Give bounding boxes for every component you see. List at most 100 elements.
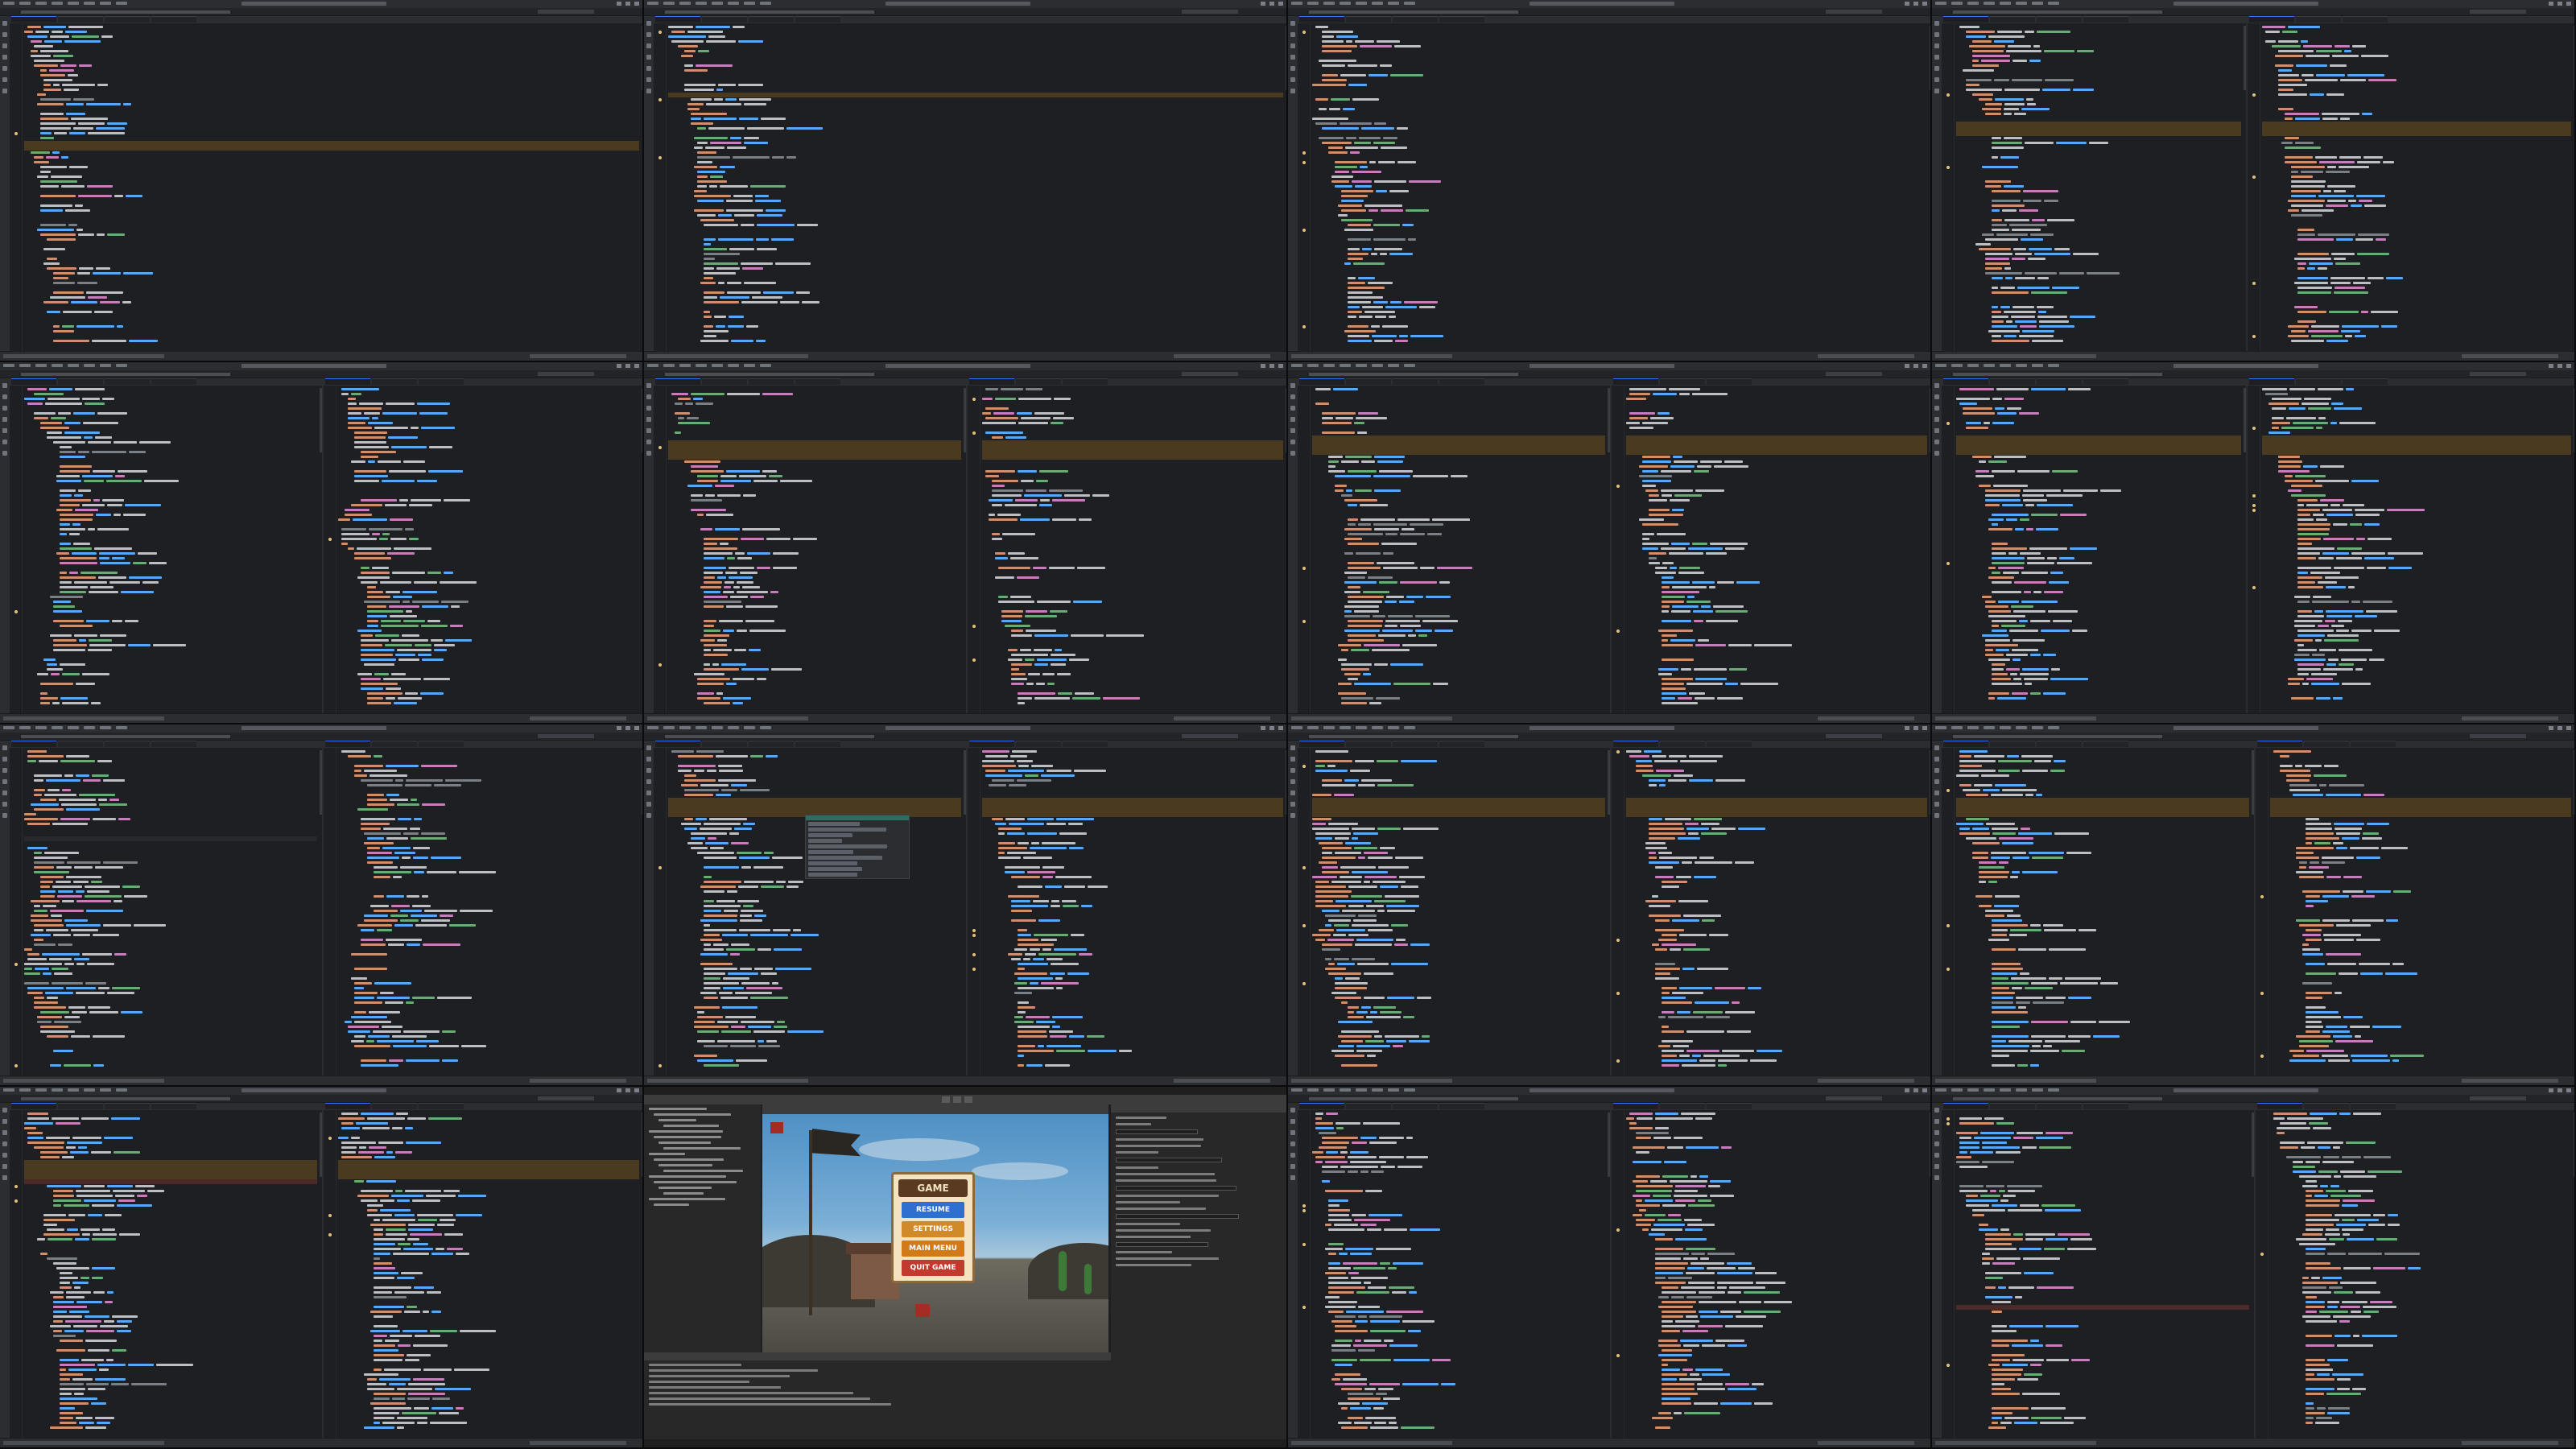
main-menu[interactable] — [3, 726, 127, 731]
settings-icon[interactable] — [2, 1175, 7, 1180]
debug-icon[interactable] — [2, 1164, 7, 1169]
editor-tab[interactable] — [1346, 16, 1391, 23]
structure-icon[interactable] — [1934, 1141, 1939, 1146]
editor-tab[interactable] — [1990, 16, 2035, 23]
search-icon[interactable] — [2, 394, 7, 399]
breakpoint-icon[interactable] — [972, 658, 976, 662]
close-icon[interactable] — [634, 2, 639, 6]
menu-item[interactable] — [116, 364, 127, 367]
breadcrumb[interactable] — [1309, 10, 1518, 14]
run-icon[interactable] — [2, 1153, 7, 1158]
editor-pane[interactable] — [1298, 741, 1610, 1075]
hierarchy-item[interactable] — [658, 1187, 712, 1189]
window-controls[interactable] — [2549, 726, 2571, 730]
menu-item[interactable] — [1935, 1088, 1946, 1092]
menu-item[interactable] — [1356, 364, 1367, 367]
breakpoint-icon[interactable] — [14, 132, 18, 135]
code-area[interactable] — [668, 388, 961, 712]
menu-item[interactable] — [3, 726, 14, 729]
run-configuration[interactable] — [1826, 10, 1882, 14]
editor-tabs[interactable] — [1942, 1103, 2254, 1110]
editor-tab[interactable] — [1660, 378, 1705, 385]
main-menu[interactable] — [647, 364, 771, 369]
close-icon[interactable] — [1278, 364, 1283, 368]
close-icon[interactable] — [634, 364, 639, 368]
main-menu[interactable] — [3, 364, 127, 369]
run-configuration[interactable] — [2470, 1096, 2526, 1100]
menu-item[interactable] — [84, 726, 95, 729]
run-configuration[interactable] — [1826, 372, 1882, 376]
breakpoint-icon[interactable] — [1946, 93, 1950, 97]
menu-item[interactable] — [68, 364, 79, 367]
editor-tab[interactable] — [105, 378, 150, 385]
breakpoint-icon[interactable] — [1616, 750, 1620, 753]
breakpoint-icon[interactable] — [1946, 562, 1950, 565]
quit-game-button[interactable]: QUIT GAME — [902, 1260, 964, 1276]
breadcrumb[interactable] — [21, 735, 230, 738]
editor-tabs[interactable] — [1298, 16, 1930, 23]
editor-tab[interactable] — [795, 378, 840, 385]
maximize-icon[interactable] — [625, 364, 630, 368]
window-controls[interactable] — [617, 726, 639, 730]
project-icon[interactable] — [2, 1108, 7, 1113]
run-configuration[interactable] — [2470, 10, 2526, 14]
debug-icon[interactable] — [1934, 802, 1939, 807]
hierarchy-item[interactable] — [654, 1203, 689, 1206]
editor-tabs[interactable] — [968, 741, 1286, 748]
window-controls[interactable] — [1261, 2, 1283, 6]
project-icon[interactable] — [1290, 383, 1295, 388]
search-icon[interactable] — [1290, 757, 1295, 762]
git-icon[interactable] — [1934, 43, 1939, 48]
run-icon[interactable] — [646, 791, 651, 795]
editor-pane[interactable] — [968, 741, 1286, 1075]
breadcrumb[interactable] — [21, 373, 230, 376]
git-icon[interactable] — [1290, 43, 1295, 48]
editor-tabs[interactable] — [654, 16, 1286, 23]
editor-pane[interactable] — [1298, 378, 1610, 713]
editor-pane[interactable] — [1298, 16, 1930, 351]
menu-item[interactable] — [2000, 2, 2011, 5]
menu-item[interactable] — [1388, 364, 1399, 367]
editor-pane[interactable] — [2256, 1103, 2574, 1438]
menu-item[interactable] — [1984, 2, 1995, 5]
editor-tab[interactable] — [1990, 378, 2035, 385]
search-icon[interactable] — [1290, 32, 1295, 37]
minimize-icon[interactable] — [617, 364, 621, 368]
project-icon[interactable] — [2, 21, 7, 26]
search-icon[interactable] — [1934, 394, 1939, 399]
settings-icon[interactable] — [1934, 1175, 1939, 1180]
code-area[interactable] — [24, 26, 639, 349]
breakpoint-icon[interactable] — [1302, 1209, 1306, 1212]
window-controls[interactable] — [2549, 364, 2571, 368]
structure-icon[interactable] — [1934, 55, 1939, 60]
run-icon[interactable] — [1290, 66, 1295, 71]
breadcrumb[interactable] — [1953, 1097, 2162, 1100]
maximize-icon[interactable] — [1913, 1088, 1918, 1092]
maximize-icon[interactable] — [2557, 726, 2562, 730]
settings-icon[interactable] — [1934, 89, 1939, 93]
menu-item[interactable] — [1388, 2, 1399, 5]
menu-item[interactable] — [68, 2, 79, 5]
minimize-icon[interactable] — [2549, 364, 2553, 368]
menu-item[interactable] — [1340, 726, 1351, 729]
code-area[interactable] — [982, 388, 1283, 712]
maximize-icon[interactable] — [625, 2, 630, 6]
menu-item[interactable] — [679, 2, 691, 5]
breakpoint-icon[interactable] — [1946, 166, 1950, 169]
search-icon[interactable] — [2, 757, 7, 762]
breakpoint-icon[interactable] — [1616, 992, 1620, 995]
menu-item[interactable] — [1935, 364, 1946, 367]
breakpoint-icon[interactable] — [2252, 509, 2256, 512]
menu-item[interactable] — [663, 726, 675, 729]
structure-icon[interactable] — [1290, 417, 1295, 422]
editor-tab[interactable] — [325, 1103, 370, 1109]
settings-icon[interactable] — [2, 813, 7, 818]
editor-pane[interactable] — [654, 741, 966, 1075]
git-icon[interactable] — [1290, 1130, 1295, 1135]
breakpoint-icon[interactable] — [2260, 895, 2264, 898]
menu-item[interactable] — [52, 2, 63, 5]
hierarchy-item[interactable] — [658, 1119, 697, 1121]
menu-item[interactable] — [696, 2, 707, 5]
run-icon[interactable] — [2, 428, 7, 433]
debug-icon[interactable] — [2, 802, 7, 807]
